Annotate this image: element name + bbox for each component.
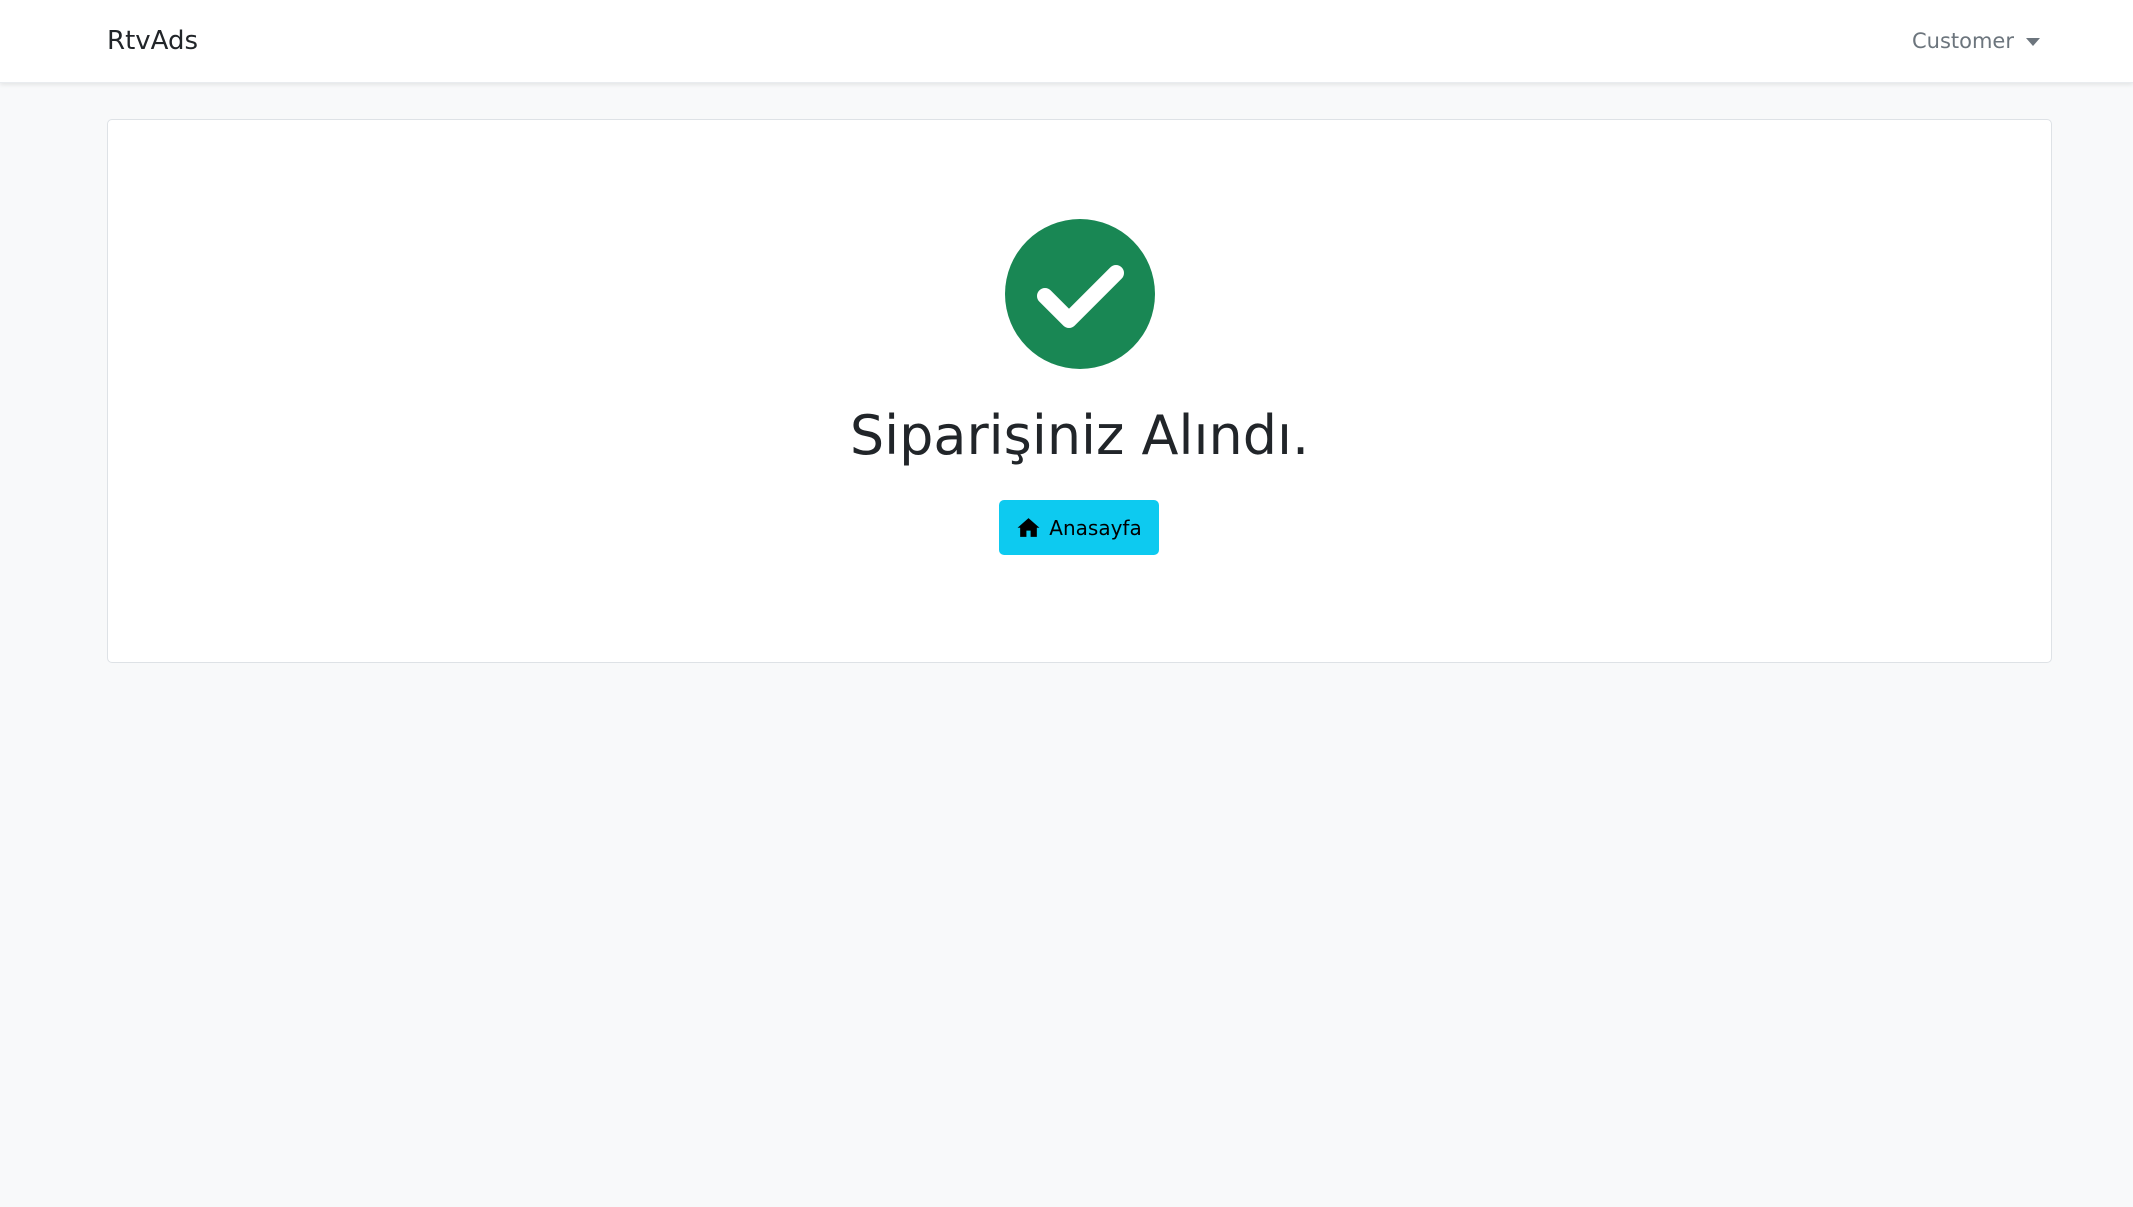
home-button-label: Anasayfa [1049,515,1142,540]
check-circle-icon [1005,219,1155,369]
caret-down-icon [2026,38,2040,46]
order-confirmation-card: Siparişiniz Alındı. Anasayfa [107,119,2052,663]
customer-dropdown-toggle[interactable]: Customer [1912,24,2040,58]
home-icon [1017,518,1040,537]
customer-label: Customer [1911,29,2014,53]
top-navbar: RtvAds Customer [0,0,2133,83]
page-title: Siparişiniz Alındı. [849,404,1310,467]
home-button[interactable]: Anasayfa [999,500,1159,555]
brand-link[interactable]: RtvAds [107,22,198,60]
